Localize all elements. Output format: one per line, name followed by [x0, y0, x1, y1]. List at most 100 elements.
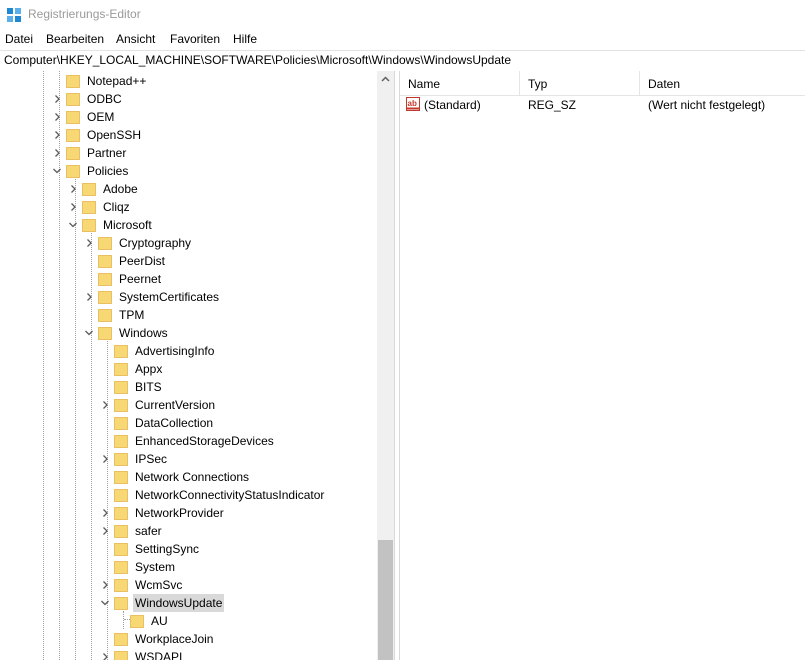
- tree-node[interactable]: Partner: [0, 144, 377, 162]
- tree-node[interactable]: WorkplaceJoin: [0, 630, 377, 648]
- tree-node[interactable]: IPSec: [0, 450, 377, 468]
- chevron-right-icon[interactable]: [52, 90, 62, 108]
- tree-node[interactable]: Cryptography: [0, 234, 377, 252]
- menu-favoriten[interactable]: Favoriten: [170, 32, 220, 46]
- tree-node-label: AdvertisingInfo: [135, 344, 215, 358]
- menu-bar: Datei Bearbeiten Ansicht Favoriten Hilfe: [0, 30, 805, 48]
- folder-icon: [114, 489, 128, 502]
- tree-node[interactable]: OEM: [0, 108, 377, 126]
- tree-node[interactable]: OpenSSH: [0, 126, 377, 144]
- chevron-right-icon[interactable]: [68, 198, 78, 216]
- tree-node[interactable]: Peernet: [0, 270, 377, 288]
- tree-node[interactable]: Policies: [0, 162, 377, 180]
- chevron-right-icon[interactable]: [100, 522, 110, 540]
- menu-hilfe[interactable]: Hilfe: [233, 32, 257, 46]
- chevron-right-icon[interactable]: [100, 576, 110, 594]
- value-data: (Wert nicht festgelegt): [648, 98, 766, 112]
- tree-node-label: NetworkConnectivityStatusIndicator: [135, 488, 325, 502]
- tree-node[interactable]: ODBC: [0, 90, 377, 108]
- tree-node[interactable]: System: [0, 558, 377, 576]
- chevron-right-icon[interactable]: [52, 108, 62, 126]
- tree-node-label: Microsoft: [103, 218, 152, 232]
- registry-editor-icon: [7, 8, 21, 22]
- tree-scrollbar[interactable]: [377, 71, 394, 660]
- folder-icon: [114, 435, 128, 448]
- tree-node[interactable]: DataCollection: [0, 414, 377, 432]
- folder-icon: [114, 507, 128, 520]
- chevron-right-icon[interactable]: [84, 288, 94, 306]
- chevron-down-icon[interactable]: [68, 216, 78, 234]
- menu-ansicht[interactable]: Ansicht: [116, 32, 155, 46]
- window-title: Registrierungs-Editor: [28, 7, 141, 21]
- tree-node-label: PeerDist: [119, 254, 166, 268]
- scroll-thumb[interactable]: [378, 540, 393, 660]
- tree-node-label: TPM: [119, 308, 145, 322]
- tree-node[interactable]: CurrentVersion: [0, 396, 377, 414]
- tree-node-label: IPSec: [135, 452, 168, 466]
- tree-node-label: WSDAPI: [135, 650, 183, 660]
- tree-node[interactable]: WindowsUpdate: [0, 594, 377, 612]
- tree-node[interactable]: BITS: [0, 378, 377, 396]
- tree-node-label: SettingSync: [135, 542, 200, 556]
- address-bar: [0, 50, 805, 72]
- tree-node-label: NetworkProvider: [135, 506, 224, 520]
- folder-icon: [114, 597, 128, 610]
- address-input[interactable]: [4, 53, 794, 67]
- menu-bearbeiten[interactable]: Bearbeiten: [46, 32, 104, 46]
- key-tree[interactable]: Notepad++ ODBC OEM OpenSSH Partner Policies Ad…: [0, 71, 394, 660]
- tree-node[interactable]: EnhancedStorageDevices: [0, 432, 377, 450]
- tree-node-label: WorkplaceJoin: [135, 632, 214, 646]
- tree-node[interactable]: Windows: [0, 324, 377, 342]
- tree-node[interactable]: SettingSync: [0, 540, 377, 558]
- chevron-right-icon[interactable]: [100, 648, 110, 660]
- tree-node-label: System: [135, 560, 176, 574]
- column-header-name[interactable]: Name: [400, 71, 520, 95]
- chevron-right-icon[interactable]: [100, 396, 110, 414]
- folder-icon: [114, 345, 128, 358]
- tree-node[interactable]: SystemCertificates: [0, 288, 377, 306]
- tree-node[interactable]: PeerDist: [0, 252, 377, 270]
- tree-node[interactable]: NetworkProvider: [0, 504, 377, 522]
- tree-node[interactable]: safer: [0, 522, 377, 540]
- tree-node[interactable]: Adobe: [0, 180, 377, 198]
- menu-datei[interactable]: Datei: [5, 32, 33, 46]
- column-header-data[interactable]: Daten: [640, 71, 805, 95]
- tree-node[interactable]: Microsoft: [0, 216, 377, 234]
- tree-node-label: WindowsUpdate: [133, 594, 225, 612]
- scroll-up-arrow-icon[interactable]: [377, 71, 394, 88]
- folder-icon: [98, 255, 112, 268]
- chevron-right-icon[interactable]: [68, 180, 78, 198]
- folder-icon: [114, 453, 128, 466]
- chevron-right-icon[interactable]: [52, 126, 62, 144]
- folder-icon: [114, 417, 128, 430]
- tree-node[interactable]: WSDAPI: [0, 648, 377, 660]
- tree-node-label: Policies: [87, 164, 129, 178]
- folder-icon: [114, 471, 128, 484]
- column-header-type[interactable]: Typ: [520, 71, 640, 95]
- tree-node[interactable]: TPM: [0, 306, 377, 324]
- value-row[interactable]: ab (Standard) REG_SZ (Wert nicht festgel…: [400, 96, 805, 114]
- tree-node[interactable]: NetworkConnectivityStatusIndicator: [0, 486, 377, 504]
- chevron-down-icon[interactable]: [100, 594, 110, 612]
- chevron-right-icon[interactable]: [84, 234, 94, 252]
- tree-node[interactable]: Cliqz: [0, 198, 377, 216]
- chevron-down-icon[interactable]: [52, 162, 62, 180]
- folder-icon: [114, 633, 128, 646]
- tree-node[interactable]: AdvertisingInfo: [0, 342, 377, 360]
- svg-text:ab: ab: [408, 99, 417, 108]
- tree-node[interactable]: WcmSvc: [0, 576, 377, 594]
- folder-icon: [82, 201, 96, 214]
- tree-node[interactable]: Notepad++: [0, 72, 377, 90]
- tree-node-label: Cryptography: [119, 236, 192, 250]
- chevron-down-icon[interactable]: [84, 324, 94, 342]
- tree-node-label: EnhancedStorageDevices: [135, 434, 274, 448]
- title-bar: Registrierungs-Editor: [0, 0, 805, 30]
- tree-node[interactable]: AU: [0, 612, 377, 630]
- chevron-right-icon[interactable]: [100, 504, 110, 522]
- folder-icon: [114, 543, 128, 556]
- tree-node[interactable]: Appx: [0, 360, 377, 378]
- tree-node[interactable]: Network Connections: [0, 468, 377, 486]
- chevron-right-icon[interactable]: [52, 144, 62, 162]
- chevron-right-icon[interactable]: [100, 450, 110, 468]
- tree-node-label: Adobe: [103, 182, 138, 196]
